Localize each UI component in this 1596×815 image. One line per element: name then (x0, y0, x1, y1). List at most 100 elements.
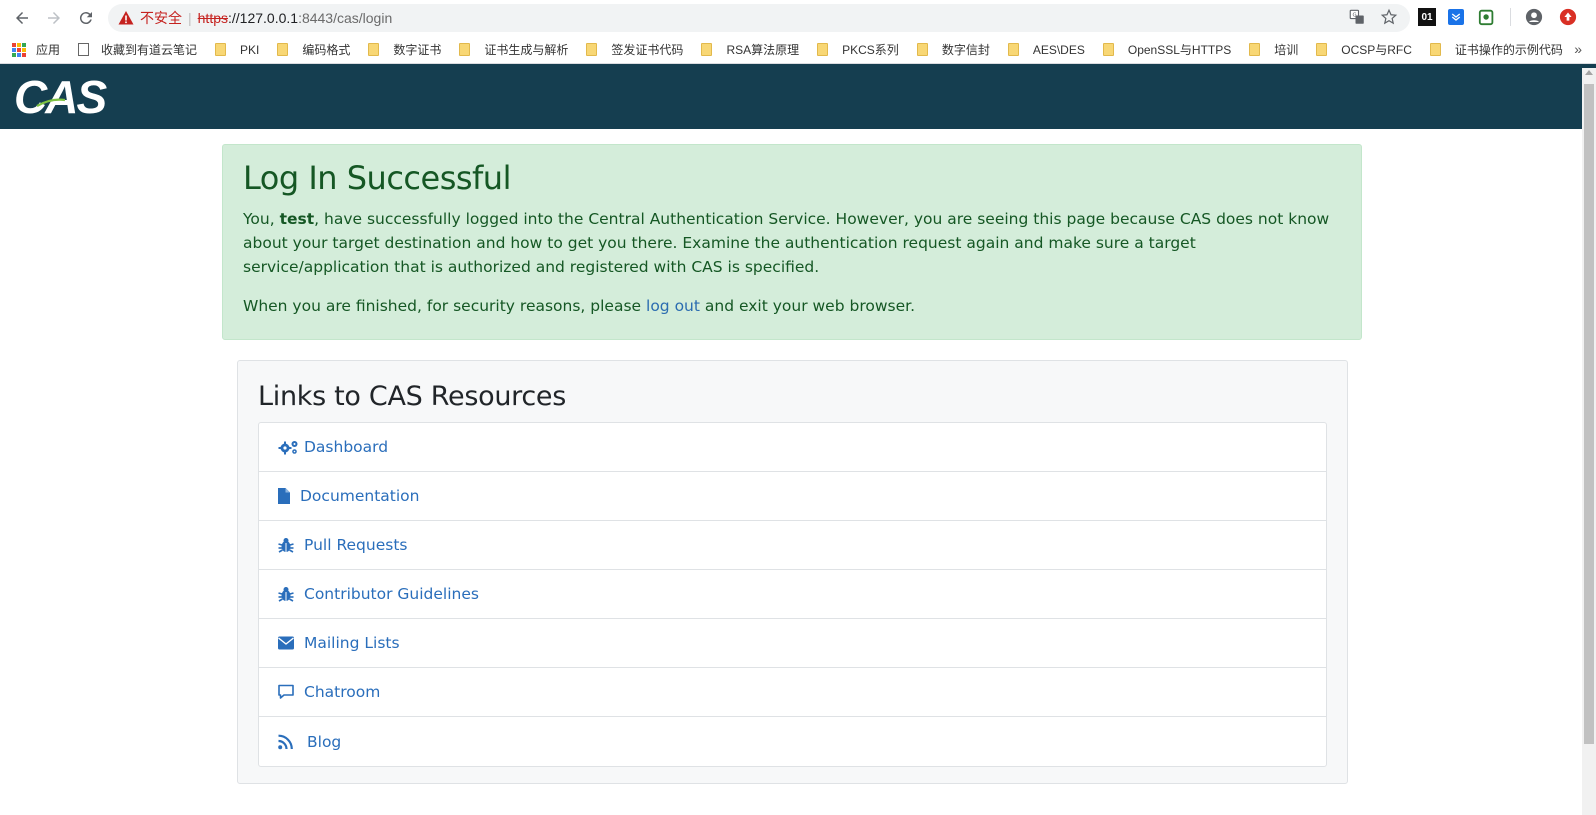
extension-download-icon[interactable] (1448, 9, 1464, 25)
folder-icon (1102, 43, 1114, 56)
bookmark-label: 培训 (1274, 43, 1299, 57)
bookmark-folder[interactable]: 数字证书 (368, 41, 441, 58)
folder-icon (368, 43, 380, 56)
warning-icon (118, 10, 134, 26)
bookmark-label: 签发证书代码 (611, 43, 684, 57)
bookmark-label: 编码格式 (302, 43, 351, 57)
resources-list: Dashboard Documentation Pull Requests Co… (258, 422, 1327, 767)
folder-icon (817, 43, 829, 56)
bookmark-folder[interactable]: 签发证书代码 (586, 41, 683, 58)
login-success-alert: Log In Successful You, test, have succes… (222, 144, 1362, 340)
folder-icon (277, 43, 289, 56)
resources-title: Links to CAS Resources (258, 381, 566, 412)
bookmarks-overflow-button[interactable]: » (1574, 41, 1582, 57)
arrow-right-icon (48, 12, 60, 24)
bookmark-label: PKCS系列 (842, 43, 899, 57)
folder-icon (1007, 43, 1019, 56)
bookmark-folder[interactable]: RSA算法原理 (701, 41, 799, 58)
resource-link-chatroom[interactable]: Chatroom (259, 668, 1326, 717)
bookmark-youdao[interactable]: 收藏到有道云笔记 (78, 41, 197, 58)
bookmark-folder[interactable]: 数字信封 (916, 41, 990, 58)
page-scrollbar[interactable] (1582, 68, 1596, 815)
folder-icon (459, 43, 471, 56)
scroll-up-arrow-icon[interactable] (1585, 70, 1593, 75)
translate-icon[interactable]: G (1348, 8, 1366, 26)
bookmark-folder[interactable]: OpenSSL与HTTPS (1102, 41, 1232, 58)
resource-link-documentation[interactable]: Documentation (259, 472, 1326, 521)
logout-suffix: and exit your web browser. (699, 297, 916, 315)
resource-link-blog[interactable]: Blog (259, 717, 1326, 766)
account-icon[interactable] (1523, 6, 1545, 28)
message-prefix: You, (243, 210, 280, 228)
bookmark-folder[interactable]: AES\DES (1007, 42, 1085, 57)
comment-icon (278, 683, 300, 701)
bookmark-folder[interactable]: PKI (215, 43, 259, 57)
bug-icon (278, 585, 300, 603)
folder-icon (1249, 43, 1261, 56)
rss-icon (278, 733, 303, 751)
forward-button[interactable] (38, 0, 70, 36)
extension-01-icon[interactable]: 01 (1418, 8, 1436, 26)
reload-button[interactable] (70, 0, 102, 36)
bookmark-apps[interactable]: 应用 (12, 41, 60, 58)
bookmark-folder[interactable]: 证书生成与解析 (459, 41, 568, 58)
resource-label: Documentation (300, 487, 420, 505)
scrollbar-thumb[interactable] (1584, 84, 1594, 744)
omnibox-actions: G (1348, 8, 1398, 26)
url-text: https://127.0.0.1:8443/cas/login (198, 10, 393, 26)
gears-icon (278, 438, 300, 456)
resource-label: Blog (307, 732, 342, 751)
logout-message: When you are finished, for security reas… (243, 294, 1341, 318)
folder-icon (215, 43, 227, 56)
arrow-left-icon (16, 12, 28, 24)
address-bar[interactable]: 不安全 | https://127.0.0.1:8443/cas/login G (108, 4, 1410, 32)
resource-label: Pull Requests (304, 536, 408, 554)
file-icon (278, 487, 296, 505)
bookmark-folder[interactable]: 证书操作的示例代码 (1429, 41, 1563, 58)
folder-icon (1429, 43, 1441, 56)
folder-icon (701, 43, 713, 56)
bookmark-label: RSA算法原理 (726, 43, 800, 57)
resource-link-contributor-guidelines[interactable]: Contributor Guidelines (259, 570, 1326, 619)
resource-link-pull-requests[interactable]: Pull Requests (259, 521, 1326, 570)
bookmark-label: OCSP与RFC (1341, 43, 1412, 57)
bookmark-folder[interactable]: PKCS系列 (817, 41, 899, 58)
bookmark-folder[interactable]: 培训 (1249, 41, 1298, 58)
resource-link-dashboard[interactable]: Dashboard (259, 423, 1326, 472)
bookmark-label: 数字信封 (941, 43, 990, 57)
message-body: , have successfully logged into the Cent… (243, 210, 1330, 276)
resource-label: Chatroom (304, 683, 381, 701)
folder-icon (1316, 43, 1328, 56)
url-path: :8443/cas/login (298, 10, 393, 26)
logout-link[interactable]: log out (646, 297, 700, 315)
bookmark-label: AES\DES (1032, 42, 1085, 57)
resource-link-mailing-lists[interactable]: Mailing Lists (259, 619, 1326, 668)
resource-label: Contributor Guidelines (304, 585, 479, 603)
cas-logo[interactable]: CAS (14, 70, 107, 124)
success-title: Log In Successful (243, 159, 511, 197)
separator: | (188, 10, 192, 26)
bug-icon (278, 536, 300, 554)
bookmark-label: OpenSSL与HTTPS (1127, 43, 1232, 57)
svg-text:G: G (1353, 13, 1357, 19)
bookmark-label: PKI (240, 42, 260, 57)
apps-icon (12, 42, 26, 57)
bookmark-label: 应用 (36, 43, 61, 57)
resources-card: Links to CAS Resources Dashboard Documen… (237, 360, 1348, 784)
url-host: ://127.0.0.1 (228, 10, 299, 26)
back-button[interactable] (6, 0, 38, 36)
browser-toolbar: 不安全 | https://127.0.0.1:8443/cas/login G… (0, 0, 1596, 36)
bookmark-label: 数字证书 (393, 43, 442, 57)
insecure-label: 不安全 (140, 10, 182, 26)
logo-swoosh-icon (36, 98, 66, 107)
url-scheme: https (197, 10, 228, 26)
username: test (279, 210, 315, 228)
bookmark-folder[interactable]: OCSP与RFC (1316, 41, 1412, 58)
extension-green-icon[interactable] (1476, 6, 1498, 28)
bookmarks-bar: 应用 收藏到有道云笔记 PKI 编码格式 数字证书 证书生成与解析 签发证书代码… (0, 36, 1596, 64)
cas-header: CAS (0, 64, 1596, 129)
logout-prefix: When you are finished, for security reas… (243, 297, 647, 315)
bookmark-folder[interactable]: 编码格式 (277, 41, 350, 58)
update-icon[interactable] (1557, 6, 1579, 28)
star-icon[interactable] (1380, 8, 1398, 26)
